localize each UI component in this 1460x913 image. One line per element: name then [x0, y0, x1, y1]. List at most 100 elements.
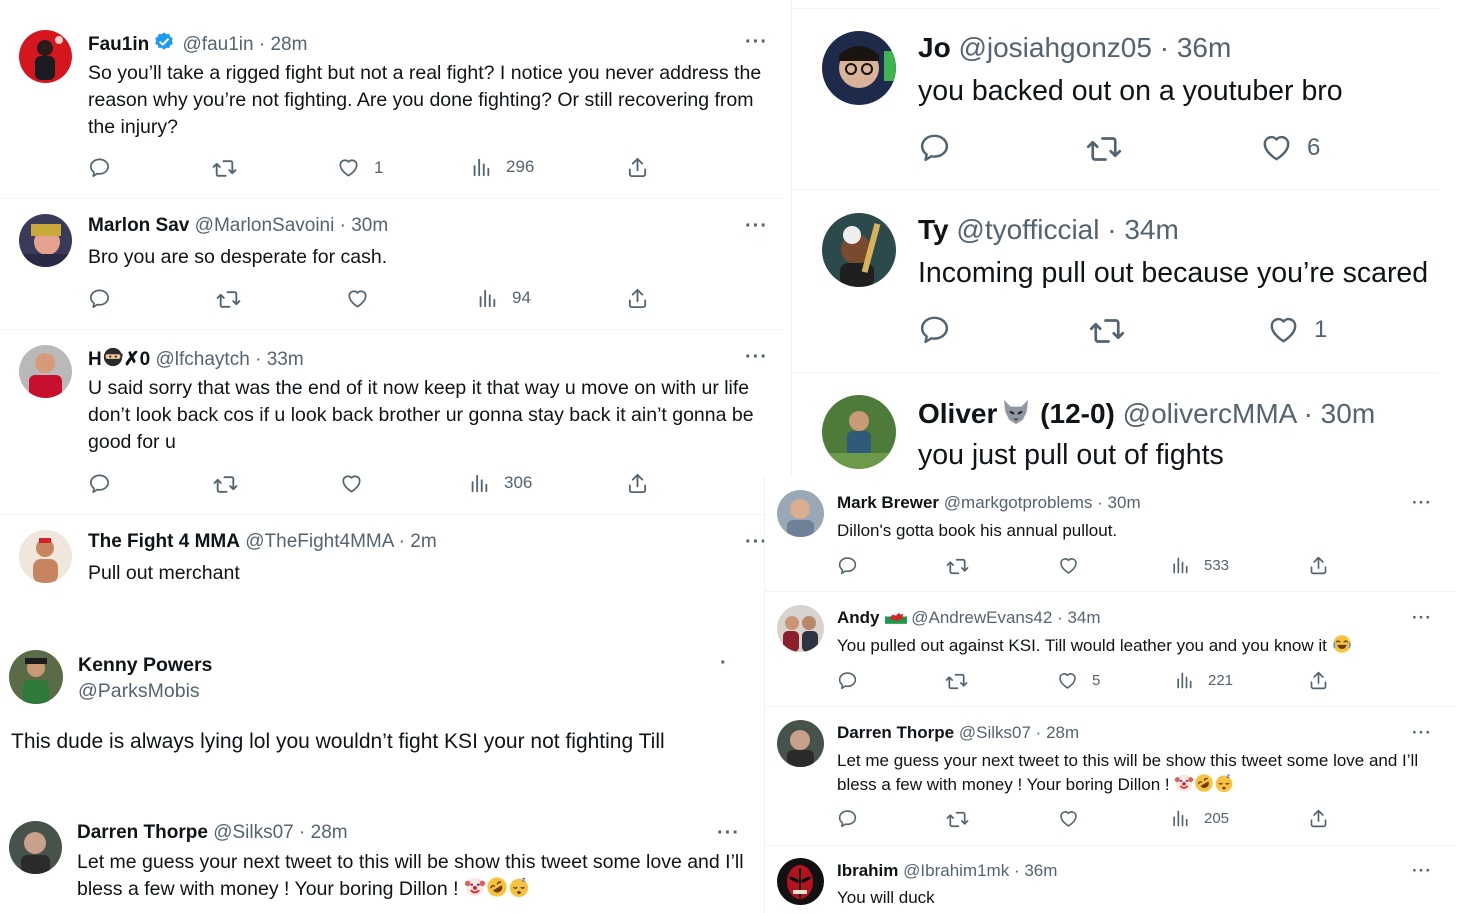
reply-tweet[interactable]: Kenny Powers @ParksMobis · This dude is … [0, 640, 783, 800]
reply-tweet[interactable]: Ibrahim @Ibrahim1mk · 36m ··· You will d… [764, 846, 1454, 913]
reply-tweet[interactable]: Jo @josiahgonz05 · 36m you backed out on… [792, 10, 1460, 190]
like-button[interactable] [1058, 555, 1093, 576]
share-button[interactable] [626, 472, 649, 495]
reply-tweet[interactable]: Darren Thorpe @Silks07 · 28m ··· Let me … [0, 806, 783, 913]
share-button[interactable] [626, 156, 649, 179]
display-name[interactable]: Marlon Sav [88, 215, 189, 236]
display-name[interactable]: H [88, 349, 102, 370]
reply-tweet[interactable]: Darren Thorpe @Silks07 · 28m ··· Let me … [764, 707, 1454, 845]
more-options-icon[interactable]: ··· [1412, 723, 1432, 743]
reply-tweet[interactable]: The Fight 4 MMA @TheFight4MMA · 2m ··· P… [0, 515, 783, 625]
timestamp[interactable]: 34m [1067, 608, 1100, 627]
user-handle[interactable]: @ParksMobis [78, 678, 212, 704]
display-name[interactable]: Kenny Powers [78, 652, 212, 678]
display-name[interactable]: The Fight 4 MMA [88, 531, 240, 552]
avatar[interactable] [822, 31, 896, 105]
user-handle[interactable]: @Silks07 [959, 723, 1031, 742]
views-button[interactable]: 296 [470, 156, 534, 178]
timestamp[interactable]: 2m [410, 531, 436, 552]
like-button[interactable] [346, 287, 383, 310]
display-name[interactable]: Fau1in [88, 34, 149, 55]
more-options-icon[interactable]: ··· [1412, 861, 1432, 881]
avatar[interactable] [19, 214, 72, 267]
like-button[interactable]: 1 [1267, 313, 1327, 346]
avatar[interactable] [9, 650, 63, 704]
display-name[interactable]: Ty [918, 214, 949, 245]
views-button[interactable]: 533 [1170, 555, 1229, 575]
display-name[interactable]: Darren Thorpe [77, 822, 208, 843]
avatar[interactable] [19, 30, 72, 83]
retweet-button[interactable] [216, 287, 241, 312]
like-button[interactable]: 5 [1057, 670, 1100, 691]
retweet-button[interactable] [945, 670, 968, 693]
views-button[interactable]: 94 [476, 287, 531, 309]
timestamp[interactable]: 28m [311, 822, 348, 843]
reply-tweet[interactable]: Mark Brewer @markgotproblems · 30m ··· D… [764, 476, 1454, 591]
reply-button[interactable] [88, 472, 111, 495]
timestamp[interactable]: 33m [267, 349, 304, 370]
more-options-icon[interactable]: · [720, 652, 728, 675]
avatar[interactable] [9, 821, 62, 874]
user-handle[interactable]: @josiahgonz05 [958, 32, 1151, 63]
more-options-icon[interactable]: ··· [745, 31, 768, 54]
retweet-button[interactable] [1086, 131, 1122, 167]
avatar[interactable] [777, 858, 824, 905]
user-handle[interactable]: @markgotproblems [944, 493, 1093, 512]
views-button[interactable]: 221 [1174, 670, 1233, 690]
retweet-button[interactable] [213, 472, 238, 497]
reply-button[interactable] [918, 313, 951, 346]
timestamp[interactable]: 30m [351, 215, 388, 236]
reply-button[interactable] [837, 670, 858, 691]
reply-tweet[interactable]: Fau1in @fau1in · 28m ··· So you’ll take … [0, 0, 783, 198]
user-handle[interactable]: @MarlonSavoini [195, 215, 335, 236]
avatar[interactable] [777, 490, 824, 537]
timestamp[interactable]: 36m [1024, 861, 1057, 880]
user-handle[interactable]: @TheFight4MMA [245, 531, 393, 552]
reply-button[interactable] [88, 156, 111, 179]
user-handle[interactable]: @fau1in [183, 34, 254, 55]
timestamp[interactable]: 28m [270, 34, 307, 55]
display-name[interactable]: Mark Brewer [837, 493, 939, 512]
more-options-icon[interactable]: ··· [745, 346, 768, 369]
share-button[interactable] [1308, 670, 1329, 691]
user-handle[interactable]: @AndrewEvans42 [911, 608, 1052, 627]
like-button[interactable]: 1 [337, 156, 383, 179]
user-handle[interactable]: @lfchaytch [156, 349, 250, 370]
like-button[interactable] [340, 472, 377, 495]
avatar[interactable] [822, 395, 896, 469]
display-name[interactable]: Darren Thorpe [837, 723, 954, 742]
more-options-icon[interactable]: ··· [745, 215, 768, 238]
timestamp[interactable]: 30m [1321, 398, 1375, 429]
views-button[interactable]: 306 [468, 472, 532, 494]
reply-tweet[interactable]: Ty @tyofficcial · 34m Incoming pull out … [792, 192, 1460, 372]
share-button[interactable] [1308, 808, 1329, 829]
reply-tweet[interactable]: H ✗0 @lfchaytch · 33m ··· U said sorry th… [0, 330, 783, 514]
timestamp[interactable]: 28m [1046, 723, 1079, 742]
views-button[interactable]: 205 [1170, 808, 1229, 828]
reply-tweet[interactable]: Oliver (12-0) @olivercMMA · 30m you just… [792, 374, 1460, 476]
avatar[interactable] [777, 605, 824, 652]
reply-button[interactable] [918, 131, 951, 164]
retweet-button[interactable] [1089, 313, 1125, 349]
user-handle[interactable]: @olivercMMA [1123, 398, 1296, 429]
avatar[interactable] [822, 213, 896, 287]
share-button[interactable] [626, 287, 649, 310]
retweet-button[interactable] [946, 808, 969, 831]
timestamp[interactable]: 36m [1177, 32, 1231, 63]
avatar[interactable] [19, 345, 72, 398]
display-name[interactable]: Jo [918, 32, 951, 63]
retweet-button[interactable] [212, 156, 237, 181]
display-name[interactable]: Ibrahim [837, 861, 898, 880]
user-handle[interactable]: @Silks07 [213, 822, 294, 843]
timestamp[interactable]: 34m [1124, 214, 1178, 245]
reply-button[interactable] [837, 555, 858, 576]
retweet-button[interactable] [946, 555, 969, 578]
display-name[interactable]: Oliver [918, 398, 997, 429]
like-button[interactable] [1058, 808, 1093, 829]
more-options-icon[interactable]: ··· [1412, 608, 1432, 628]
display-name[interactable]: Andy [837, 608, 880, 627]
user-handle[interactable]: @tyofficcial [956, 214, 1099, 245]
avatar[interactable] [777, 720, 824, 767]
user-handle[interactable]: @Ibrahim1mk [903, 861, 1009, 880]
reply-button[interactable] [88, 287, 111, 310]
